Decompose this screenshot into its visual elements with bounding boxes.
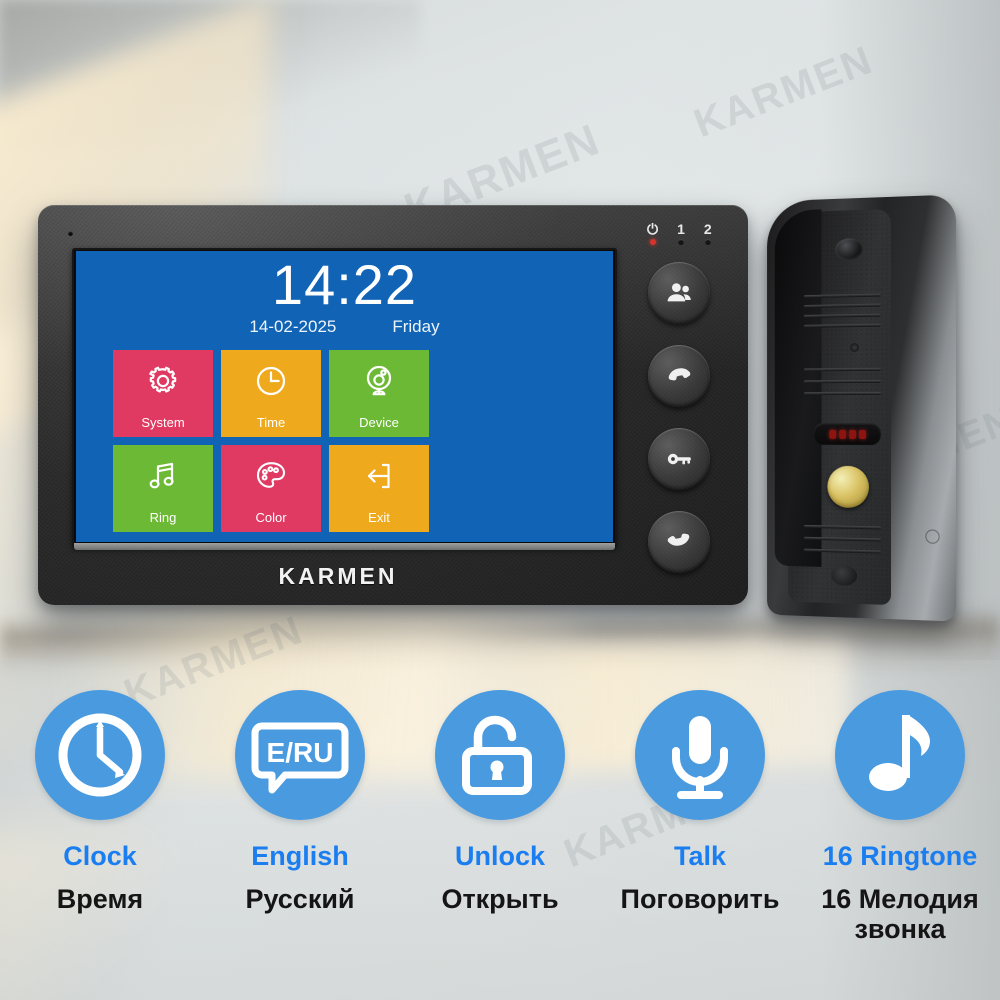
- panel-screw-hole: [831, 565, 858, 586]
- menu-tile-label: Ring: [149, 510, 177, 525]
- channel-2-label: 2: [703, 221, 712, 237]
- panel-side-mark: [925, 529, 940, 544]
- menu-tile-color[interactable]: Color: [221, 445, 321, 532]
- feature-label-ru: Время: [56, 883, 144, 914]
- feature-clock: Clock Время: [0, 690, 200, 944]
- product-scene: KARMEN KARMEN KARMEN KARMEN KARMEN KARME…: [0, 0, 1000, 1000]
- feature-label-en: Clock: [63, 841, 137, 871]
- channel-1-label: 1: [677, 221, 685, 237]
- microphone-icon: [672, 716, 728, 799]
- gear-icon: [145, 363, 181, 399]
- ir-led: [828, 429, 836, 439]
- panel-visor: [774, 209, 822, 567]
- feature-unlock: Unlock Открыть: [400, 690, 600, 944]
- channel-1-led-dot: [677, 239, 684, 245]
- feature-label-en: Unlock: [454, 841, 546, 871]
- monitor-microphone-hole: [68, 231, 73, 236]
- feature-label-en: 16 Ringtone: [822, 841, 978, 871]
- language-bubble-text: E/RU: [267, 737, 334, 768]
- menu-tile-grid: System Time Device Ring Color Exit: [113, 350, 429, 532]
- menu-tile-label: Time: [256, 415, 286, 430]
- screen-clock-time: 14:22: [271, 253, 418, 316]
- end-call-button[interactable]: [648, 511, 710, 573]
- music-note-icon: [869, 715, 930, 791]
- feature-icon-badge: [35, 690, 165, 820]
- answer-call-button[interactable]: [648, 345, 710, 407]
- power-led: ⏻: [647, 222, 658, 245]
- feature-label-ru: Открыть: [441, 883, 559, 914]
- feature-label-ru: Русский: [245, 883, 355, 914]
- feature-label-en: Talk: [673, 841, 727, 871]
- channel-2-led-dot: [704, 239, 711, 245]
- monitor-screen[interactable]: 14:22 14-02-2025 Friday System Time Devi…: [76, 251, 613, 542]
- menu-tile-label: Color: [255, 510, 287, 525]
- monitor-button[interactable]: [648, 262, 710, 324]
- handset-up-icon: [668, 368, 691, 381]
- status-indicator-group: ⏻ 1 2: [647, 222, 712, 245]
- screen-date: 14-02-2025: [249, 317, 337, 336]
- screen-weekday: Friday: [392, 317, 440, 336]
- panel-grille-line: [803, 391, 881, 396]
- language-bubble-icon: E/RU: [251, 722, 349, 794]
- feature-icon-badge: E/RU: [235, 690, 365, 820]
- handset-down-icon: [667, 533, 690, 546]
- call-button[interactable]: [827, 465, 869, 509]
- menu-tile-label: System: [141, 415, 185, 430]
- monitor-brand-label: KARMEN: [278, 563, 398, 589]
- menu-tile-label: Exit: [368, 510, 390, 525]
- feature-label-ru: Поговорить: [620, 883, 780, 914]
- ir-led: [838, 429, 846, 439]
- ir-led: [848, 429, 856, 439]
- feature-icon-badge: [635, 690, 765, 820]
- unlock-icon: [462, 715, 532, 795]
- panel-grille-line: [803, 379, 881, 384]
- clock-icon: [253, 363, 289, 399]
- webcam-icon: [361, 363, 397, 399]
- music-note-icon: [145, 458, 181, 494]
- power-icon: ⏻: [647, 221, 659, 237]
- screen-clock-subline: 14-02-2025 Friday: [76, 317, 613, 337]
- panel-body: [767, 194, 957, 622]
- feature-icon-badge: [835, 690, 965, 820]
- feature-talk: Talk Поговорить: [600, 690, 800, 944]
- people-icon: [667, 283, 691, 302]
- unlock-button[interactable]: [648, 428, 710, 490]
- menu-tile-time[interactable]: Time: [221, 350, 321, 437]
- feature-label-ru: 16 Мелодия звонка: [821, 883, 979, 944]
- feature-language: E/RU English Русский: [200, 690, 400, 944]
- outdoor-call-panel: [765, 194, 957, 622]
- palette-icon: [253, 458, 289, 494]
- channel-1-led: 1: [677, 222, 685, 245]
- key-icon: [667, 453, 691, 465]
- menu-tile-exit[interactable]: Exit: [329, 445, 429, 532]
- feature-row: Clock Время E/RU English Русский Unlock …: [0, 690, 1000, 944]
- feature-ringtone: 16 Ringtone 16 Мелодия звонка: [800, 690, 1000, 944]
- menu-tile-device[interactable]: Device: [329, 350, 429, 437]
- power-led-dot: [649, 239, 656, 245]
- clock-icon: [58, 713, 142, 797]
- ir-led: [858, 429, 866, 439]
- menu-tile-label: Device: [359, 415, 399, 430]
- feature-icon-badge: [435, 690, 565, 820]
- feature-label-en: English: [251, 841, 349, 871]
- ir-illuminator: [813, 422, 881, 446]
- exit-arrow-icon: [361, 458, 397, 494]
- menu-tile-system[interactable]: System: [113, 350, 213, 437]
- panel-grille-line: [803, 367, 881, 372]
- microphone-icon: [850, 343, 860, 353]
- channel-2-led: 2: [704, 222, 712, 245]
- menu-tile-ring[interactable]: Ring: [113, 445, 213, 532]
- screen-bottom-highlight: [74, 543, 615, 550]
